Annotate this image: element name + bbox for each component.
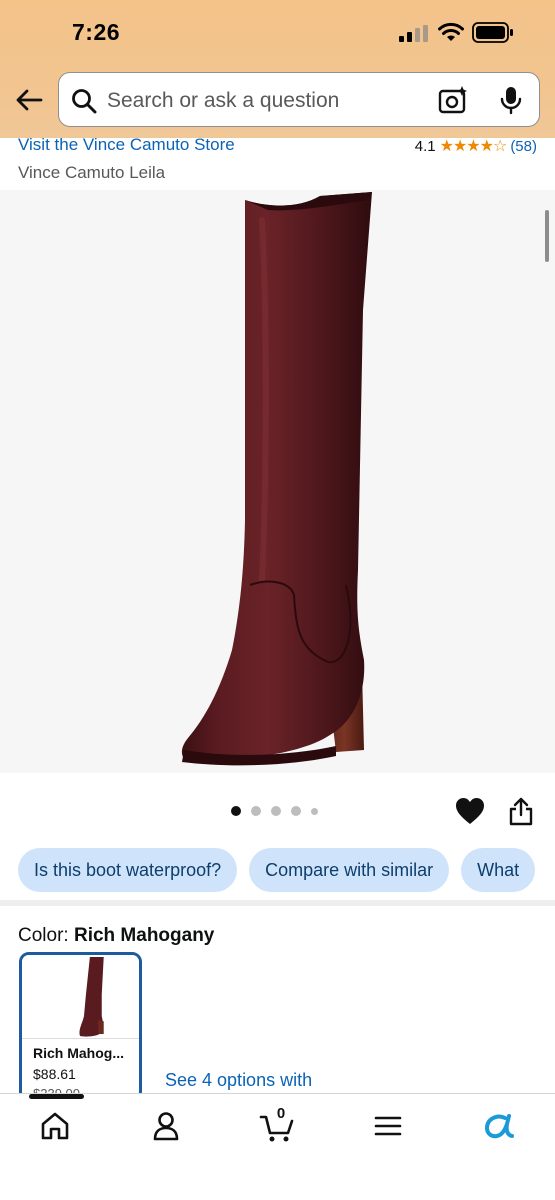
carousel-dot[interactable] (251, 806, 261, 816)
rufus-icon (484, 1114, 514, 1139)
see-options-link[interactable]: See 4 options with (165, 1070, 312, 1091)
selected-color-name: Rich Mahogany (73, 925, 215, 946)
color-label-prefix: Color: (18, 925, 69, 946)
nav-home[interactable] (37, 1108, 73, 1144)
visit-store-link[interactable]: Visit the Vince Camuto Store (18, 135, 235, 155)
cellular-signal-icon (399, 25, 428, 42)
cart-count-badge: 0 (276, 1105, 286, 1122)
active-tab-indicator (29, 1094, 84, 1099)
carousel-dot[interactable] (271, 806, 281, 816)
home-icon (41, 1112, 69, 1140)
product-image (181, 192, 372, 766)
status-time: 7:26 (72, 19, 121, 45)
camera-search-icon[interactable] (438, 85, 468, 115)
chip-question[interactable]: What (461, 848, 536, 892)
color-swatch-selected[interactable]: Rich Mahog... $88.61 $239.00 (19, 952, 142, 1102)
question-chips: Is this boot waterproof? Compare with si… (18, 848, 536, 892)
carousel-dot[interactable] (311, 807, 318, 815)
rating-row[interactable]: 4.1 ★★★★☆ (58) (415, 136, 537, 156)
carousel-dot[interactable] (291, 806, 301, 816)
swatch-price: $88.61 (33, 1066, 76, 1082)
star-rating-icon: ★★★★☆ (439, 138, 508, 155)
rating-value: 4.1 (414, 137, 436, 155)
nav-menu[interactable] (370, 1108, 406, 1144)
wifi-icon (438, 22, 464, 41)
product-title: Vince Camuto Leila (18, 163, 166, 182)
carousel-dots[interactable] (231, 806, 318, 816)
search-icon (72, 89, 97, 114)
search-input[interactable]: Search or ask a question (58, 72, 540, 127)
nav-account[interactable] (148, 1108, 184, 1144)
header: 7:26 Search or ask a question (0, 0, 555, 138)
microphone-icon[interactable] (499, 85, 523, 115)
status-bar: 7:26 (0, 0, 555, 66)
battery-icon (472, 22, 513, 43)
color-label: Color: Rich Mahogany (18, 925, 214, 947)
section-divider (0, 900, 555, 906)
menu-icon (374, 1116, 402, 1136)
back-arrow-icon (16, 89, 43, 111)
search-placeholder: Search or ask a question (107, 89, 340, 112)
share-icon[interactable] (508, 796, 534, 826)
back-button[interactable] (12, 84, 46, 116)
swatch-thumbnail (22, 955, 139, 1039)
nav-rufus[interactable] (481, 1108, 517, 1144)
chip-question[interactable]: Is this boot waterproof? (18, 848, 238, 892)
chip-question[interactable]: Compare with similar (249, 848, 450, 892)
product-image-carousel[interactable] (0, 190, 555, 773)
account-icon (153, 1112, 179, 1141)
heart-icon[interactable] (455, 797, 485, 825)
image-scroll-indicator (545, 210, 549, 262)
swatch-name: Rich Mahog... (33, 1045, 124, 1061)
carousel-dot[interactable] (231, 806, 241, 816)
review-count-link[interactable]: (58) (510, 138, 537, 155)
